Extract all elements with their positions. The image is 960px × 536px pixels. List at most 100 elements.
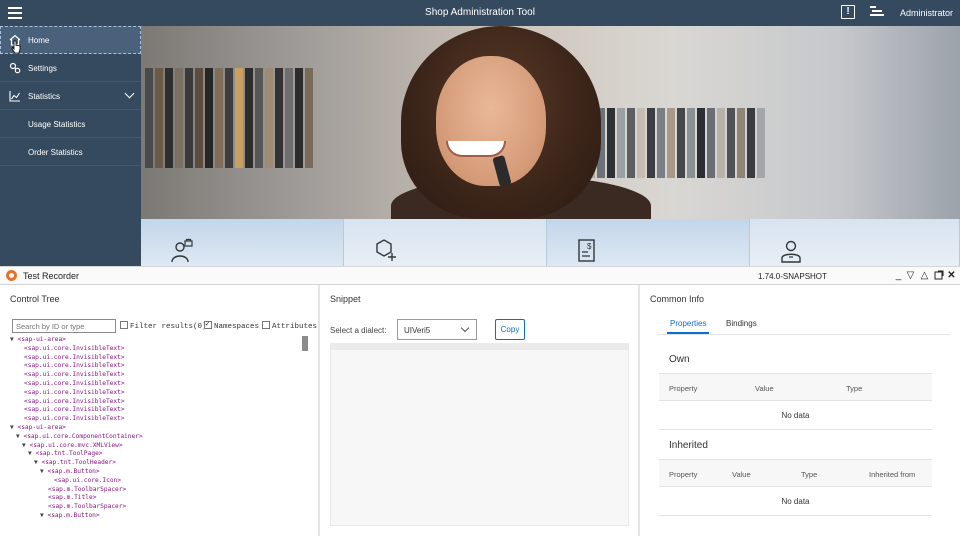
namespaces-checkbox[interactable]: Namespaces [204, 319, 260, 331]
tree-toggle-icon[interactable]: ▼ [22, 442, 26, 449]
tab-bindings[interactable]: Bindings [726, 319, 757, 328]
tree-node-label: <sap.m.Button> [47, 511, 100, 519]
tree-node[interactable]: <sap.ui.core.InvisibleText> [10, 389, 309, 398]
alert-icon[interactable]: ! [841, 5, 855, 19]
snippet-title: Snippet [330, 294, 361, 304]
tree-toggle-icon[interactable]: ▼ [10, 424, 14, 431]
tree-toggle-icon[interactable]: ▼ [40, 512, 44, 519]
tree-node-label: <sap.tnt.ToolPage> [35, 450, 103, 458]
sidebar-item-label: Usage Statistics [28, 120, 86, 129]
attributes-checkbox[interactable]: Attributes [262, 321, 317, 331]
tree-toggle-icon[interactable]: ▼ [40, 468, 44, 475]
dialect-label: Select a dialect: [330, 326, 387, 335]
common-info-title: Common Info [650, 294, 705, 304]
popout-icon[interactable] [933, 270, 944, 281]
expand-icon[interactable]: △ [919, 270, 930, 281]
tree-node[interactable]: <sap.ui.core.InvisibleText> [10, 415, 309, 424]
tree-node-label: <sap-ui-area> [17, 423, 66, 431]
checkbox-box[interactable] [120, 321, 128, 329]
chevron-down-icon [460, 323, 470, 333]
sidebar-item-label: Statistics [28, 92, 61, 101]
copy-button[interactable]: Copy [495, 319, 525, 340]
tab-bar-divider [658, 334, 950, 335]
tree-node[interactable]: ▼ <sap.tnt.ToolPage> [10, 450, 309, 459]
shop-app: Shop Administration Tool ! Administrator… [0, 0, 960, 266]
launch-tiles: $ [141, 219, 960, 266]
settings-icon [9, 62, 21, 74]
notifications-icon[interactable] [870, 6, 884, 18]
tree-node[interactable]: <sap.ui.core.Icon> [10, 477, 309, 486]
tree-node-label: <sap.ui.core.InvisibleText> [24, 353, 125, 361]
tree-node[interactable]: <sap.ui.core.InvisibleText> [10, 371, 309, 380]
tree-node[interactable]: ▼ <sap.ui.core.ComponentContainer> [10, 433, 309, 442]
sidebar-item-statistics[interactable]: Statistics [0, 82, 141, 110]
checkbox-box[interactable] [204, 319, 212, 329]
tree-node-label: <sap-ui-area> [17, 336, 66, 343]
tree-node[interactable]: <sap.ui.core.InvisibleText> [10, 380, 309, 389]
tile-add-product[interactable] [344, 219, 547, 266]
sidebar-item-settings[interactable]: Settings [0, 54, 141, 82]
tree-node[interactable]: <sap.ui.core.InvisibleText> [10, 406, 309, 415]
tree-node[interactable]: <sap.m.ToolbarSpacer> [10, 503, 309, 512]
sidebar-item-order-statistics[interactable]: Order Statistics [0, 138, 141, 166]
svg-text:$: $ [587, 242, 592, 251]
tree-node[interactable]: ▼ <sap.m.Button> [10, 468, 309, 477]
filter-results-checkbox[interactable]: Filter results(0) [120, 321, 207, 331]
sidebar-item-label: Home [28, 36, 50, 45]
tree-node[interactable]: <sap.ui.core.InvisibleText> [10, 362, 309, 371]
tree-node[interactable]: <sap.ui.core.InvisibleText> [10, 354, 309, 363]
chevron-down-icon[interactable] [124, 88, 135, 99]
tree-toggle-icon[interactable]: ▼ [34, 459, 38, 466]
checkbox-box[interactable] [262, 321, 270, 329]
attributes-label: Attributes [272, 323, 318, 331]
person-smile [446, 141, 506, 157]
common-info-panel: Common Info Properties Bindings Own Prop… [640, 285, 960, 536]
tree-node-label: <sap.m.ToolbarSpacer> [48, 503, 127, 511]
tile-invoices[interactable]: $ [547, 219, 750, 266]
tree-node[interactable]: ▼ <sap-ui-area> [10, 336, 309, 345]
tree-node[interactable]: ▼ <sap-ui-area> [10, 424, 309, 433]
person-face [436, 56, 546, 186]
tree-node[interactable]: ▼ <sap.tnt.ToolHeader> [10, 459, 309, 468]
tile-employees[interactable] [750, 219, 960, 266]
tree-node-label: <sap.ui.core.InvisibleText> [24, 379, 125, 387]
namespaces-label: Namespaces [214, 323, 260, 331]
tree-toggle-icon[interactable]: ▼ [10, 336, 14, 343]
sidebar-item-home[interactable]: Home [0, 26, 141, 54]
sidebar-item-usage-statistics[interactable]: Usage Statistics [0, 110, 141, 138]
tree-node[interactable]: <sap.ui.core.InvisibleText> [10, 398, 309, 407]
tile-user-access[interactable] [141, 219, 344, 266]
recorder-titlebar: Test Recorder 1.74.0-SNAPSHOT _ ▽ △ ✕ [0, 266, 960, 285]
sidebar-item-label: Settings [28, 64, 57, 73]
tab-properties[interactable]: Properties [670, 319, 706, 328]
tree-node[interactable]: ▼ <sap.ui.core.mvc.XMLView> [10, 442, 309, 451]
filter-results-label: Filter results(0) [130, 323, 207, 331]
snippet-code-area[interactable] [330, 349, 629, 526]
user-menu-button[interactable]: Administrator [900, 8, 953, 18]
close-icon[interactable]: ✕ [946, 270, 957, 281]
clothing-rack-left [141, 68, 331, 178]
tree-node[interactable]: ▼ <sap.m.Button> [10, 512, 309, 521]
tree-node-label: <sap.ui.core.InvisibleText> [24, 415, 125, 423]
column-header: Type [801, 470, 818, 479]
tree-node[interactable]: <sap.ui.core.InvisibleText> [10, 345, 309, 354]
tree-node[interactable]: <sap.m.ToolbarSpacer> [10, 486, 309, 495]
tree-toggle-icon[interactable]: ▼ [16, 433, 20, 440]
app-header: Shop Administration Tool ! Administrator [0, 0, 960, 26]
column-header: Property [669, 384, 698, 393]
tree-scrollbar[interactable] [302, 336, 308, 351]
tree-node-label: <sap.m.Title> [48, 494, 97, 502]
control-tree-search-input[interactable] [12, 319, 116, 333]
tree-node[interactable]: <sap.m.Title> [10, 494, 309, 503]
minimize-icon[interactable]: _ [893, 270, 904, 281]
add-product-icon [376, 239, 396, 261]
tree-toggle-icon[interactable]: ▼ [28, 450, 32, 457]
tree-node-label: <sap.ui.core.ComponentContainer> [23, 432, 143, 440]
control-tree-title: Control Tree [10, 294, 60, 304]
column-header: Inherited from [869, 470, 916, 479]
dialect-select[interactable]: UIVeri5 [397, 319, 477, 340]
empty-table-message: No data [659, 401, 932, 430]
mouse-cursor-icon [11, 40, 21, 54]
column-header: Value [755, 384, 774, 393]
dock-icon[interactable]: ▽ [905, 270, 916, 281]
